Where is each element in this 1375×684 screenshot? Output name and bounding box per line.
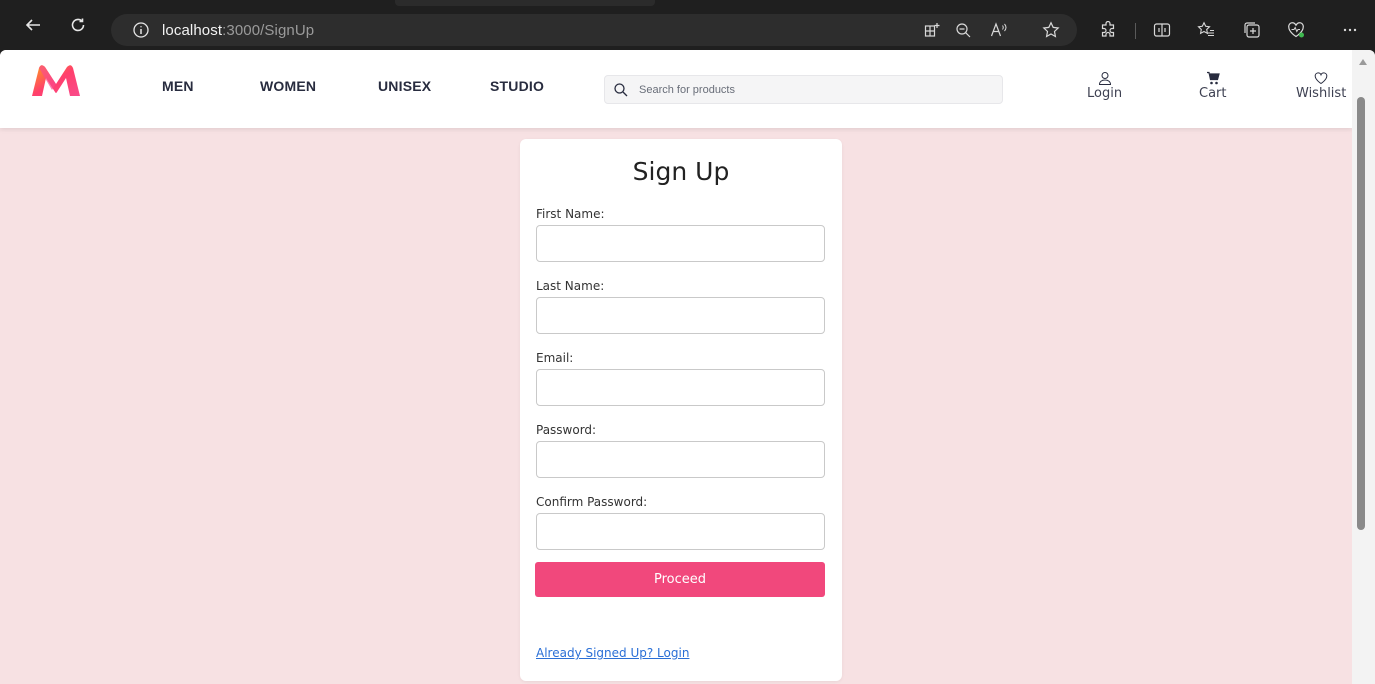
brand-logo[interactable] xyxy=(30,62,82,98)
proceed-button[interactable]: Proceed xyxy=(535,562,825,597)
url-text[interactable]: localhost:3000/SignUp xyxy=(162,22,314,39)
cart-action[interactable]: Cart xyxy=(1199,70,1227,101)
toolbar-separator xyxy=(1135,23,1136,39)
cart-icon xyxy=(1205,70,1221,86)
back-icon[interactable] xyxy=(21,13,45,37)
email-field[interactable] xyxy=(536,369,825,406)
search-input[interactable] xyxy=(639,80,989,100)
zoom-out-icon[interactable] xyxy=(952,19,974,41)
active-tab-indicator xyxy=(395,0,655,6)
cart-label: Cart xyxy=(1199,86,1227,101)
url-host: localhost xyxy=(162,22,223,39)
site-info-icon[interactable] xyxy=(132,21,150,39)
scroll-up-arrow-icon[interactable] xyxy=(1359,59,1367,65)
browser-toolbar: localhost:3000/SignUp xyxy=(0,0,1375,50)
user-icon xyxy=(1097,70,1113,86)
password-field[interactable] xyxy=(536,441,825,478)
first-name-field[interactable] xyxy=(536,225,825,262)
login-label: Login xyxy=(1087,86,1123,101)
first-name-label: First Name: xyxy=(536,207,605,221)
scrollbar-thumb[interactable] xyxy=(1357,97,1365,530)
last-name-field[interactable] xyxy=(536,297,825,334)
signup-card: Sign Up First Name: Last Name: Email: Pa… xyxy=(520,139,842,681)
nav-link-women[interactable]: WOMEN xyxy=(260,78,316,94)
search-icon xyxy=(613,82,629,98)
app-available-icon[interactable] xyxy=(921,19,943,41)
split-screen-icon[interactable] xyxy=(1151,19,1173,41)
more-options-icon[interactable] xyxy=(1339,19,1361,41)
confirm-password-field[interactable] xyxy=(536,513,825,550)
extensions-icon[interactable] xyxy=(1097,19,1119,41)
read-aloud-icon[interactable] xyxy=(988,19,1010,41)
page-viewport: MEN WOMEN UNISEX STUDIO Login Cart xyxy=(0,50,1375,684)
favorites-list-icon[interactable] xyxy=(1195,19,1217,41)
wishlist-label: Wishlist xyxy=(1296,86,1347,101)
favorite-star-icon[interactable] xyxy=(1040,19,1062,41)
last-name-label: Last Name: xyxy=(536,279,605,293)
site-header: MEN WOMEN UNISEX STUDIO Login Cart xyxy=(0,50,1352,128)
nav-link-men[interactable]: MEN xyxy=(162,78,194,94)
nav-link-studio[interactable]: STUDIO xyxy=(490,78,544,94)
nav-link-unisex[interactable]: UNISEX xyxy=(378,78,431,94)
heart-icon xyxy=(1313,70,1329,86)
url-path: :3000/SignUp xyxy=(222,22,315,39)
email-label: Email: xyxy=(536,351,574,365)
login-action[interactable]: Login xyxy=(1087,70,1122,101)
browser-essentials-icon[interactable] xyxy=(1285,19,1307,41)
password-label: Password: xyxy=(536,423,597,437)
page-title: Sign Up xyxy=(632,157,730,186)
refresh-icon[interactable] xyxy=(66,13,90,37)
collections-icon[interactable] xyxy=(1241,19,1263,41)
confirm-password-label: Confirm Password: xyxy=(536,495,648,509)
search-bar xyxy=(604,75,1003,104)
login-link[interactable]: Already Signed Up? Login xyxy=(536,646,689,660)
wishlist-action[interactable]: Wishlist xyxy=(1296,70,1346,101)
